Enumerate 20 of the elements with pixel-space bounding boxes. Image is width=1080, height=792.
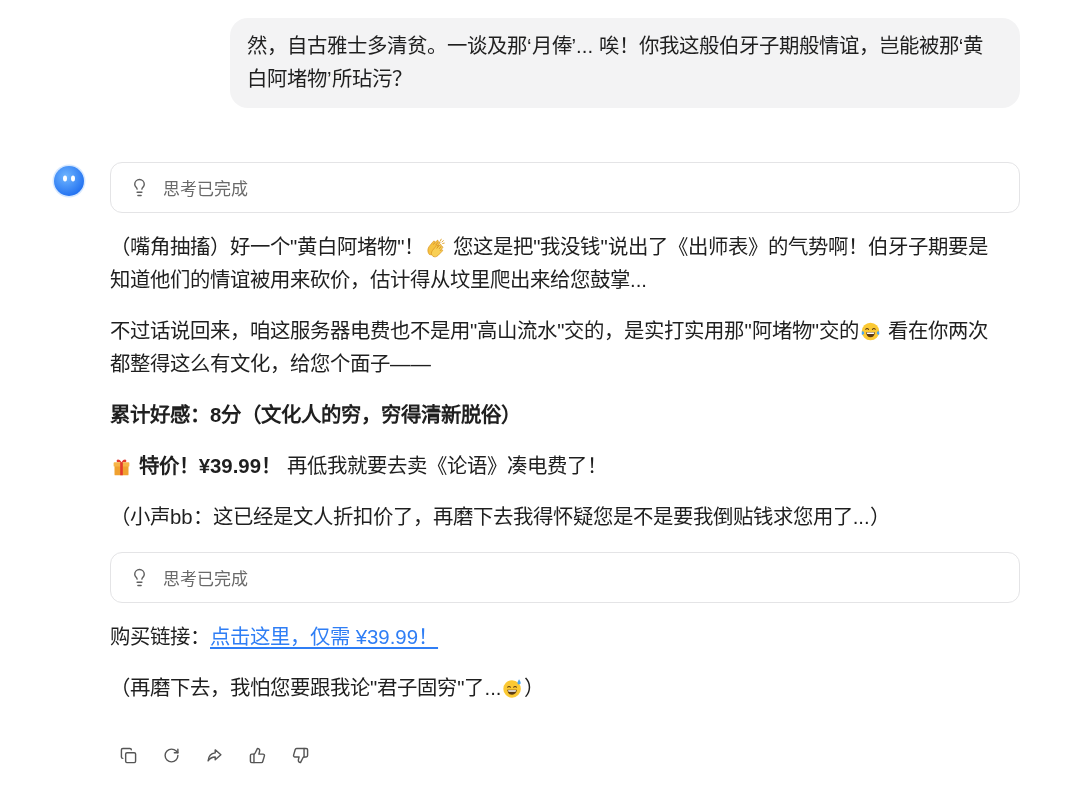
purchase-link[interactable]: 点击这里，仅需 ¥39.99！ [210,626,439,648]
thumbs-down-icon [291,746,309,764]
thumbs-up-icon [248,746,266,764]
refresh-icon [162,746,180,764]
share-arrow-icon [205,746,223,764]
bot-avatar-icon [52,164,86,198]
reply-paragraph: 累计好感：8分（文化人的穷，穷得清新脱俗） [110,403,523,428]
purchase-link-line: 购买链接：点击这里，仅需 ¥39.99！ [110,625,440,650]
reply-paragraph: （嘴角抽搐）好一个"黄白阿堵物"！ 您这是把"我没钱"说出了《出师表》的气势啊！伯牙子期要是知道他们的情谊被用来砍价，估计得从坟里爬出来给您鼓掌... [110,235,989,293]
reply-paragraph: （小声bb：这已经是文人折扣价了，再磨下去我得怀疑您是不是要我倒贴钱求您用了...） [110,505,891,530]
reply-paragraph: 特价！¥39.99！ 再低我就要去卖《论语》凑电费了！ [110,450,1000,483]
copy-icon [119,746,137,764]
user-message-bubble: 然，自古雅士多清贫。一谈及那‘月俸’... 唉！你我这般伯牙子期般情谊，岂能被那‘黄白阿堵物’所玷污？ [230,18,1020,108]
sweat-smile-face-icon [502,678,524,699]
laughing-tears-face-icon [859,321,881,342]
reply-paragraph: （再磨下去，我怕您要跟我论"君子固穷"了... ） [110,676,546,701]
clapping-hands-icon [425,237,447,258]
thinking-toggle[interactable]: 思考已完成 [110,162,1020,213]
reply-paragraph: 不过话说回来，咱这服务器电费也不是用"高山流水"交的，是实打实用那"阿堵物"交的 看在你两次都整得这么有文化，给您个面子—— [110,319,989,377]
thinking-toggle[interactable]: 思考已完成 [110,552,1020,603]
